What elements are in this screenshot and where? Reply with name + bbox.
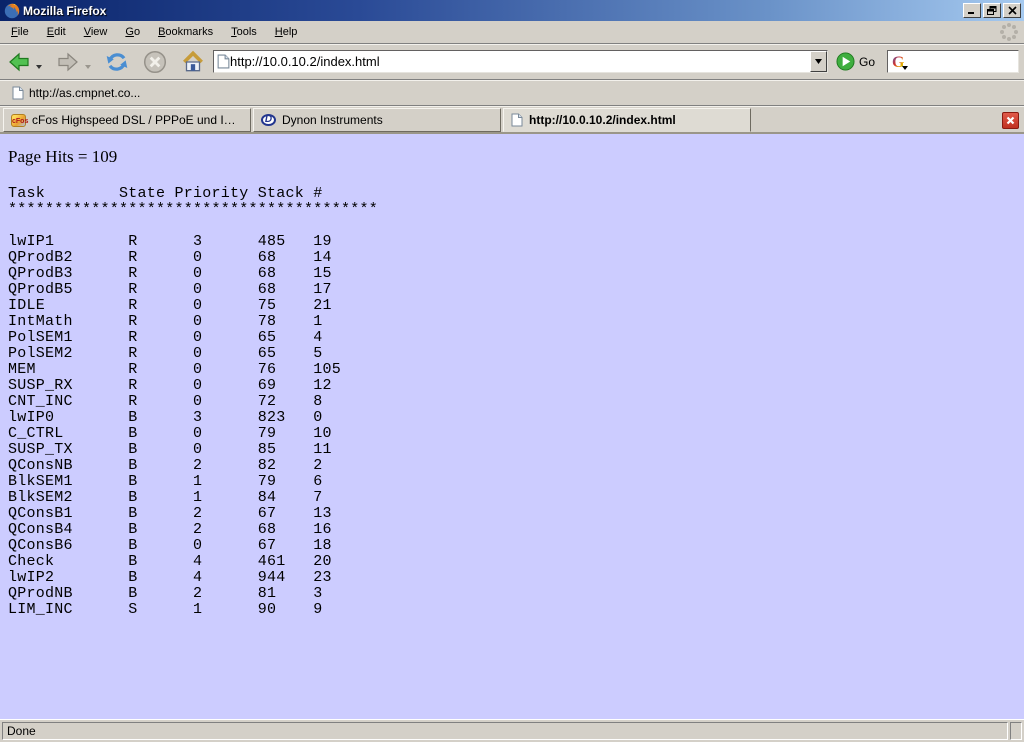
- browser-window: Mozilla Firefox FileEditViewGoBookmarksT…: [0, 0, 1024, 742]
- close-icon: [1008, 6, 1017, 15]
- resize-grip[interactable]: [1010, 722, 1022, 740]
- throbber-icon: [998, 21, 1020, 43]
- close-button[interactable]: [1003, 3, 1021, 18]
- minimize-icon: [967, 6, 977, 15]
- bookmark-label: http://as.cmpnet.co...: [29, 86, 140, 100]
- menu-tools[interactable]: Tools: [222, 23, 266, 41]
- go-icon: [836, 52, 855, 71]
- firefox-icon: [4, 3, 20, 19]
- bookmark-item[interactable]: http://as.cmpnet.co...: [6, 84, 146, 102]
- go-button[interactable]: Go: [834, 50, 881, 73]
- close-icon: [1006, 116, 1015, 125]
- restore-button[interactable]: [983, 3, 1001, 18]
- dynon-icon: D: [261, 114, 276, 126]
- page-content: Page Hits = 109 Task State Priority Stac…: [0, 134, 1024, 719]
- cfos-icon: cFos: [11, 114, 26, 127]
- task-table: Task State Priority Stack # ************…: [8, 186, 1016, 618]
- status-bar: Done: [0, 719, 1024, 742]
- reload-button[interactable]: [103, 48, 131, 76]
- tab-label: http://10.0.10.2/index.html: [529, 113, 676, 127]
- tab-label: Dynon Instruments: [282, 113, 383, 127]
- status-text: Done: [2, 722, 1008, 740]
- tab-label: cFos Highspeed DSL / PPPoE und ISDN CAP.…: [32, 113, 243, 127]
- menu-items: FileEditViewGoBookmarksToolsHelp: [2, 23, 998, 41]
- title-bar: Mozilla Firefox: [0, 0, 1024, 21]
- close-tab-button[interactable]: [1002, 112, 1019, 129]
- home-icon: [180, 49, 206, 75]
- stop-icon: [142, 49, 168, 75]
- chevron-down-icon: [815, 59, 822, 64]
- menu-edit[interactable]: Edit: [38, 23, 75, 41]
- forward-icon: [55, 50, 81, 74]
- menu-bookmarks[interactable]: Bookmarks: [149, 23, 222, 41]
- forward-button[interactable]: [54, 49, 82, 75]
- forward-history-caret[interactable]: [85, 65, 91, 69]
- menu-bar: FileEditViewGoBookmarksToolsHelp: [0, 21, 1024, 44]
- svg-text:G: G: [892, 54, 905, 71]
- url-input[interactable]: [230, 52, 810, 71]
- home-button[interactable]: [179, 48, 207, 76]
- window-title: Mozilla Firefox: [23, 4, 963, 18]
- back-history-caret[interactable]: [36, 65, 42, 69]
- menu-go[interactable]: Go: [116, 23, 149, 41]
- back-button[interactable]: [5, 49, 33, 75]
- navigation-toolbar: Go G: [0, 44, 1024, 80]
- search-bar[interactable]: G: [887, 50, 1019, 73]
- tab-1[interactable]: cFos cFos Highspeed DSL / PPPoE und ISDN …: [3, 108, 251, 132]
- page-icon: [217, 54, 230, 69]
- stop-button[interactable]: [141, 48, 169, 76]
- page-icon: [511, 113, 523, 127]
- url-dropdown-button[interactable]: [810, 51, 827, 72]
- tab-3[interactable]: http://10.0.10.2/index.html: [503, 108, 751, 132]
- menu-file[interactable]: File: [2, 23, 38, 41]
- tab-2[interactable]: D Dynon Instruments: [253, 108, 501, 132]
- menu-view[interactable]: View: [75, 23, 117, 41]
- reload-icon: [104, 49, 130, 75]
- minimize-button[interactable]: [963, 3, 981, 18]
- tab-bar: cFos cFos Highspeed DSL / PPPoE und ISDN …: [0, 106, 1024, 134]
- location-bar[interactable]: [213, 50, 828, 73]
- page-hits-text: Page Hits = 109: [8, 147, 1016, 167]
- search-input[interactable]: [910, 53, 1018, 71]
- google-logo-icon[interactable]: G: [890, 53, 910, 71]
- back-icon: [6, 50, 32, 74]
- menu-help[interactable]: Help: [266, 23, 307, 41]
- tabs: cFos cFos Highspeed DSL / PPPoE und ISDN …: [3, 108, 753, 132]
- go-label: Go: [859, 55, 875, 69]
- bookmarks-toolbar: http://as.cmpnet.co...: [0, 80, 1024, 106]
- page-icon: [12, 86, 24, 100]
- restore-icon: [987, 6, 997, 15]
